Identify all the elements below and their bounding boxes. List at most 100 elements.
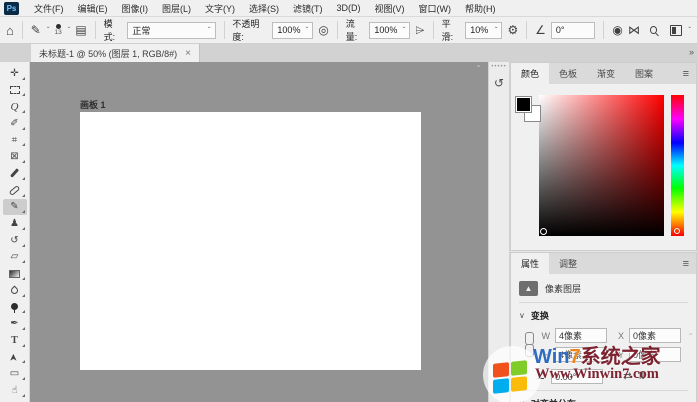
- hand-tool[interactable]: ☝: [3, 382, 27, 399]
- document-tab[interactable]: 未标题-1 @ 50% (图层 1, RGB/8#) ×: [31, 44, 200, 62]
- dock-drag-handle[interactable]: •••••: [491, 64, 507, 70]
- x-input[interactable]: 0像素: [629, 328, 681, 343]
- history-panel-icon[interactable]: ↺: [494, 76, 504, 90]
- clone-stamp-tool[interactable]: ♟: [3, 215, 27, 232]
- lasso-tool[interactable]: Q: [3, 98, 27, 115]
- hue-slider-cursor[interactable]: [674, 228, 680, 234]
- flip-horizontal-icon[interactable]: ⇄: [623, 371, 631, 382]
- pressure-opacity-icon[interactable]: ◎: [318, 24, 328, 36]
- flip-vertical-icon[interactable]: ⇅: [637, 371, 645, 382]
- tab-color[interactable]: 颜色: [511, 63, 549, 84]
- home-icon[interactable]: ⌂: [6, 24, 14, 37]
- chevron-down-icon: ˇ: [68, 26, 71, 35]
- menu-layer[interactable]: 图层(L): [155, 0, 198, 17]
- gear-icon[interactable]: ⚙: [507, 24, 518, 36]
- height-label: H: [540, 350, 552, 360]
- rotation-input[interactable]: 0.00° ˇ: [551, 369, 603, 384]
- menu-image[interactable]: 图像(I): [115, 0, 156, 17]
- water-drop-icon: [10, 285, 20, 295]
- tab-adjustments[interactable]: 调整: [549, 253, 587, 274]
- layer-type-label: 像素图层: [545, 282, 581, 295]
- dodge-tool[interactable]: [3, 299, 27, 316]
- blend-mode-select[interactable]: 正常 ˇ: [127, 22, 215, 39]
- height-input[interactable]: 4像素: [555, 347, 607, 362]
- photoshop-logo[interactable]: Ps: [4, 2, 19, 15]
- chevron-down-icon: ˇ: [47, 26, 50, 35]
- blur-tool[interactable]: [3, 282, 27, 299]
- tab-swatches[interactable]: 色板: [549, 63, 587, 84]
- foreground-color-swatch[interactable]: [516, 97, 531, 112]
- brush-size-picker[interactable]: 13: [55, 24, 62, 37]
- close-icon[interactable]: ×: [185, 48, 191, 59]
- menu-view[interactable]: 视图(V): [368, 0, 412, 17]
- airbrush-icon[interactable]: ⌲: [415, 24, 424, 36]
- chevron-down-icon: ˇ: [403, 26, 406, 35]
- eraser-tool[interactable]: ▱: [3, 249, 27, 266]
- color-picker-cursor[interactable]: [540, 228, 547, 235]
- collapse-panels-icon[interactable]: »: [689, 47, 694, 57]
- saturation-brightness-picker[interactable]: [539, 95, 664, 236]
- rectangle-tool[interactable]: ▭: [3, 365, 27, 382]
- pen-tool[interactable]: ✒: [3, 315, 27, 332]
- rectangular-marquee-tool[interactable]: [3, 82, 27, 99]
- move-tool[interactable]: ✛: [3, 65, 27, 82]
- brush-angle-input[interactable]: 0°: [551, 22, 596, 39]
- opacity-select[interactable]: 100% ˇ: [272, 22, 313, 39]
- menu-help[interactable]: 帮助(H): [458, 0, 503, 17]
- hue-slider[interactable]: [671, 95, 684, 236]
- history-brush-tool[interactable]: ↺: [3, 232, 27, 249]
- artboard-label[interactable]: 画板 1: [80, 98, 106, 111]
- panel-menu-icon[interactable]: ≡: [676, 258, 696, 270]
- flow-select[interactable]: 100% ˇ: [369, 22, 410, 39]
- smoothing-select[interactable]: 10% ˇ: [465, 22, 502, 39]
- brush-tool[interactable]: ✎: [3, 199, 27, 216]
- chevron-down-icon: ∨: [519, 311, 525, 320]
- menu-type[interactable]: 文字(Y): [198, 0, 242, 17]
- type-tool[interactable]: T: [3, 332, 27, 349]
- panel-scroll-icon[interactable]: ⌃: [687, 332, 694, 341]
- tab-gradients[interactable]: 渐变: [587, 63, 625, 84]
- marquee-icon: [10, 86, 20, 94]
- tab-properties[interactable]: 属性: [511, 253, 549, 274]
- menu-filter[interactable]: 滤镜(T): [286, 0, 330, 17]
- menu-3d[interactable]: 3D(D): [330, 1, 368, 15]
- divider: [337, 21, 338, 39]
- align-distribute-section-header[interactable]: ∨ 对齐并分布: [519, 391, 688, 402]
- menu-edit[interactable]: 编辑(E): [71, 0, 115, 17]
- menu-select[interactable]: 选择(S): [242, 0, 286, 17]
- panel-menu-icon[interactable]: ≡: [676, 68, 696, 80]
- canvas-document[interactable]: [80, 112, 421, 370]
- link-dimensions-icon[interactable]: [521, 330, 537, 360]
- toggle-brush-settings-icon[interactable]: ▤: [75, 24, 86, 36]
- transform-section-header[interactable]: ∨ 变换: [519, 303, 688, 326]
- search-icon[interactable]: [650, 26, 657, 34]
- width-label: W: [540, 331, 552, 341]
- healing-brush-tool[interactable]: [3, 182, 27, 199]
- tab-patterns[interactable]: 图案: [625, 63, 663, 84]
- scroll-up-icon[interactable]: ⌃: [475, 64, 482, 73]
- flow-label: 流量:: [346, 17, 365, 43]
- eyedropper-tool[interactable]: [3, 165, 27, 182]
- pressure-size-icon[interactable]: ◉: [612, 24, 622, 36]
- x-label: X: [610, 331, 626, 341]
- divider: [95, 21, 96, 39]
- tool-options-bar: ⌂ ✎ ˇ 13 ˇ ▤ 模式: 正常 ˇ 不透明度: 100% ˇ ◎ 流量:…: [0, 17, 697, 44]
- menu-window[interactable]: 窗口(W): [412, 0, 459, 17]
- y-input[interactable]: 0像素: [629, 347, 681, 362]
- width-input[interactable]: 4像素: [555, 328, 607, 343]
- quick-selection-tool[interactable]: ✐: [3, 115, 27, 132]
- gradient-tool[interactable]: [3, 265, 27, 282]
- workspace-switcher-icon[interactable]: [670, 25, 682, 36]
- right-panel-dock: » 颜色 色板 渐变 图案 ≡: [510, 62, 697, 402]
- document-title: 未标题-1 @ 50% (图层 1, RGB/8#): [39, 47, 177, 60]
- brush-preset-icon[interactable]: ✎: [31, 24, 41, 36]
- chevron-down-icon: ˇ: [495, 26, 498, 35]
- properties-panel-tabs: 属性 调整 ≡: [511, 253, 696, 274]
- path-selection-tool[interactable]: ➤: [3, 349, 27, 366]
- brush-tip-icon: [56, 24, 61, 29]
- menu-file[interactable]: 文件(F): [27, 0, 71, 17]
- symmetry-icon[interactable]: ⋈: [628, 24, 640, 36]
- crop-tool[interactable]: ⌗: [3, 132, 27, 149]
- canvas-area[interactable]: 画板 1 ⌃: [30, 62, 488, 402]
- frame-tool[interactable]: ⊠: [3, 148, 27, 165]
